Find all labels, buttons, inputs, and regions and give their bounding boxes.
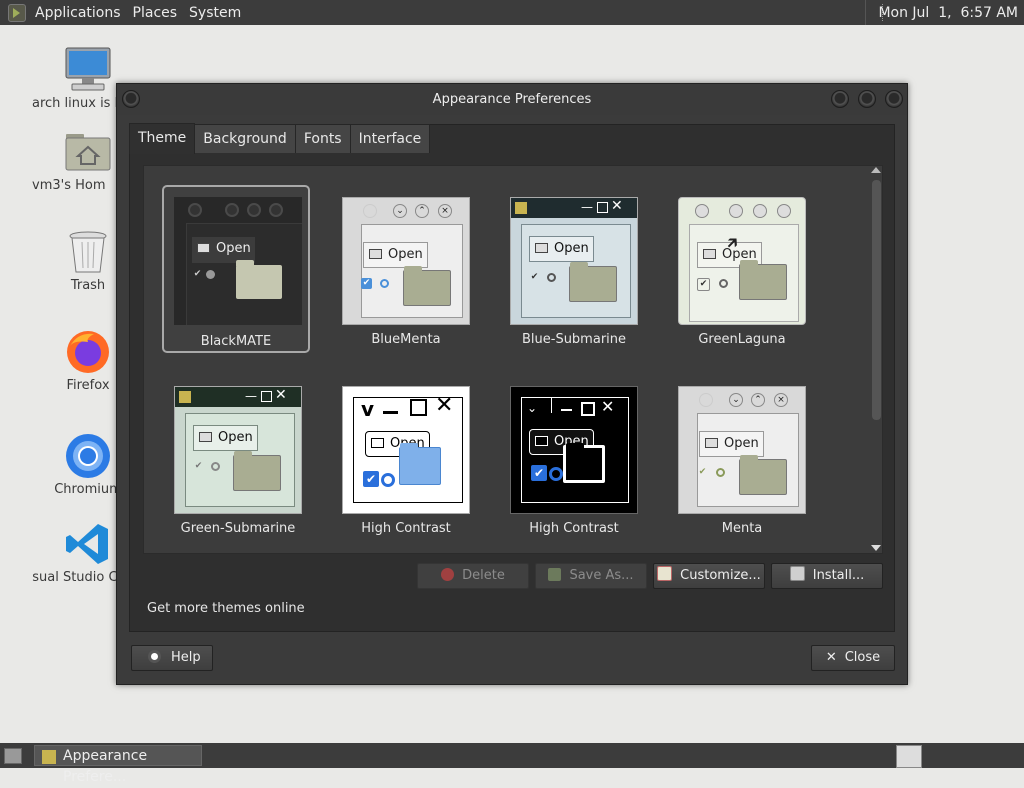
theme-preview: — ✕ Open ✔ xyxy=(510,197,638,325)
theme-item-green-submarine[interactable]: — ✕ Open ✔ Green-Submarine xyxy=(154,374,302,542)
theme-preview: v ✕ Open ✔ xyxy=(342,386,470,514)
customize-button[interactable]: Customize... xyxy=(653,563,765,589)
top-panel: Applications Places System Mon Jul 1, 6:… xyxy=(0,0,1024,25)
home-folder-icon xyxy=(64,128,112,176)
maximize-icon[interactable] xyxy=(858,90,876,108)
install-button[interactable]: Install... xyxy=(771,563,883,589)
theme-preview: ⌄ ⌃ × Open ✔ xyxy=(678,386,806,514)
theme-preview: ⌄ ✕ Open ✔ xyxy=(510,386,638,514)
save-as-icon xyxy=(548,568,562,581)
theme-preview: — ✕ Open ✔ xyxy=(174,386,302,514)
theme-list-scrollbar[interactable] xyxy=(869,167,883,552)
tab-theme[interactable]: Theme xyxy=(129,123,196,154)
delete-icon xyxy=(441,568,455,581)
theme-item-greenlaguna[interactable]: Open ✔ 🡵 GreenLaguna xyxy=(658,185,806,353)
thumb-open-label: Open xyxy=(216,241,251,256)
theme-item-blue-submarine[interactable]: — ✕ Open ✔ Blue-Submarine xyxy=(490,185,638,353)
workspace-switcher[interactable] xyxy=(896,745,922,768)
close-button[interactable]: ✕ Close xyxy=(811,645,895,671)
theme-name: Blue-Submarine xyxy=(521,332,627,347)
theme-item-high-contrast-inverse[interactable]: ⌄ ✕ Open ✔ High Contrast xyxy=(490,374,638,542)
theme-name: High Contrast xyxy=(361,521,451,536)
computer-icon xyxy=(64,46,112,94)
appearance-preferences-window: Appearance Preferences Theme Background … xyxy=(116,83,908,685)
help-button[interactable]: Help xyxy=(131,645,213,671)
save-as-label: Save As... xyxy=(569,568,634,583)
mate-logo-icon[interactable] xyxy=(8,3,26,22)
thumb-open-label: Open xyxy=(388,247,423,262)
window-titlebar[interactable]: Appearance Preferences xyxy=(117,84,907,115)
customize-label: Customize... xyxy=(680,568,761,583)
thumb-open-label: Open xyxy=(554,241,589,256)
chromium-icon xyxy=(64,432,112,480)
clock[interactable]: Mon Jul 1, 6:57 AM xyxy=(865,0,1024,25)
theme-item-bluementa[interactable]: ⌄ ⌃ × Open ✔ BlueMenta xyxy=(322,185,470,353)
taskbar-item-appearance[interactable]: Appearance Prefere... xyxy=(34,745,202,785)
close-label: Close xyxy=(844,650,881,665)
theme-preview: Open ✔ 🡵 xyxy=(678,197,806,325)
delete-button[interactable]: Delete xyxy=(417,563,529,589)
get-more-themes-link[interactable]: Get more themes online xyxy=(147,601,305,616)
theme-name: Menta xyxy=(721,521,763,536)
theme-preview: ⌄ ⌃ × Open ✔ xyxy=(342,197,470,325)
taskbar-item-label: Appearance Prefere... xyxy=(63,748,148,785)
tab-bar: Theme Background Fonts Interface xyxy=(129,123,431,154)
theme-preview: Open ✔ xyxy=(174,197,302,325)
install-icon xyxy=(789,566,805,581)
scroll-down-icon[interactable] xyxy=(871,545,881,551)
tab-interface[interactable]: Interface xyxy=(349,124,431,153)
vscode-icon xyxy=(64,520,112,568)
theme-list: Open ✔ BlackMATE ⌄ ⌃ × Open ✔ BlueMenta xyxy=(143,165,883,554)
tab-fonts[interactable]: Fonts xyxy=(294,124,351,153)
menu-system[interactable]: System xyxy=(186,5,250,21)
theme-item-blackmate[interactable]: Open ✔ BlackMATE xyxy=(162,185,310,353)
close-icon: ✕ xyxy=(825,650,837,665)
customize-icon xyxy=(657,566,673,581)
thumb-open-label: Open xyxy=(724,436,759,451)
window-menu-icon[interactable] xyxy=(122,90,140,108)
theme-name: High Contrast xyxy=(529,521,619,536)
trash-icon xyxy=(64,228,112,276)
firefox-icon xyxy=(64,328,112,376)
theme-item-high-contrast[interactable]: v ✕ Open ✔ High Contrast xyxy=(322,374,470,542)
close-window-icon[interactable] xyxy=(885,90,903,108)
mouse-cursor-icon: 🡵 xyxy=(727,233,738,252)
bottom-panel: Appearance Prefere... xyxy=(0,743,1024,785)
menu-applications[interactable]: Applications xyxy=(32,5,130,21)
scroll-up-icon[interactable] xyxy=(871,167,881,173)
tab-background[interactable]: Background xyxy=(194,124,296,153)
theme-name: GreenLaguna xyxy=(698,332,786,347)
theme-name: BlackMATE xyxy=(200,334,272,349)
appearance-app-icon xyxy=(41,749,57,765)
save-as-button[interactable]: Save As... xyxy=(535,563,647,589)
theme-item-menta[interactable]: ⌄ ⌃ × Open ✔ Menta xyxy=(658,374,806,542)
thumb-open-label: Open xyxy=(218,430,253,445)
install-label: Install... xyxy=(812,568,865,583)
window-title: Appearance Preferences xyxy=(432,92,592,107)
scrollbar-thumb[interactable] xyxy=(872,180,881,420)
menu-places[interactable]: Places xyxy=(130,5,187,21)
theme-name: BlueMenta xyxy=(371,332,441,347)
theme-name: Green-Submarine xyxy=(180,521,296,536)
delete-label: Delete xyxy=(462,568,505,583)
show-desktop-icon[interactable] xyxy=(4,748,22,764)
minimize-icon[interactable] xyxy=(831,90,849,108)
help-icon xyxy=(148,650,161,663)
help-label: Help xyxy=(171,650,201,665)
